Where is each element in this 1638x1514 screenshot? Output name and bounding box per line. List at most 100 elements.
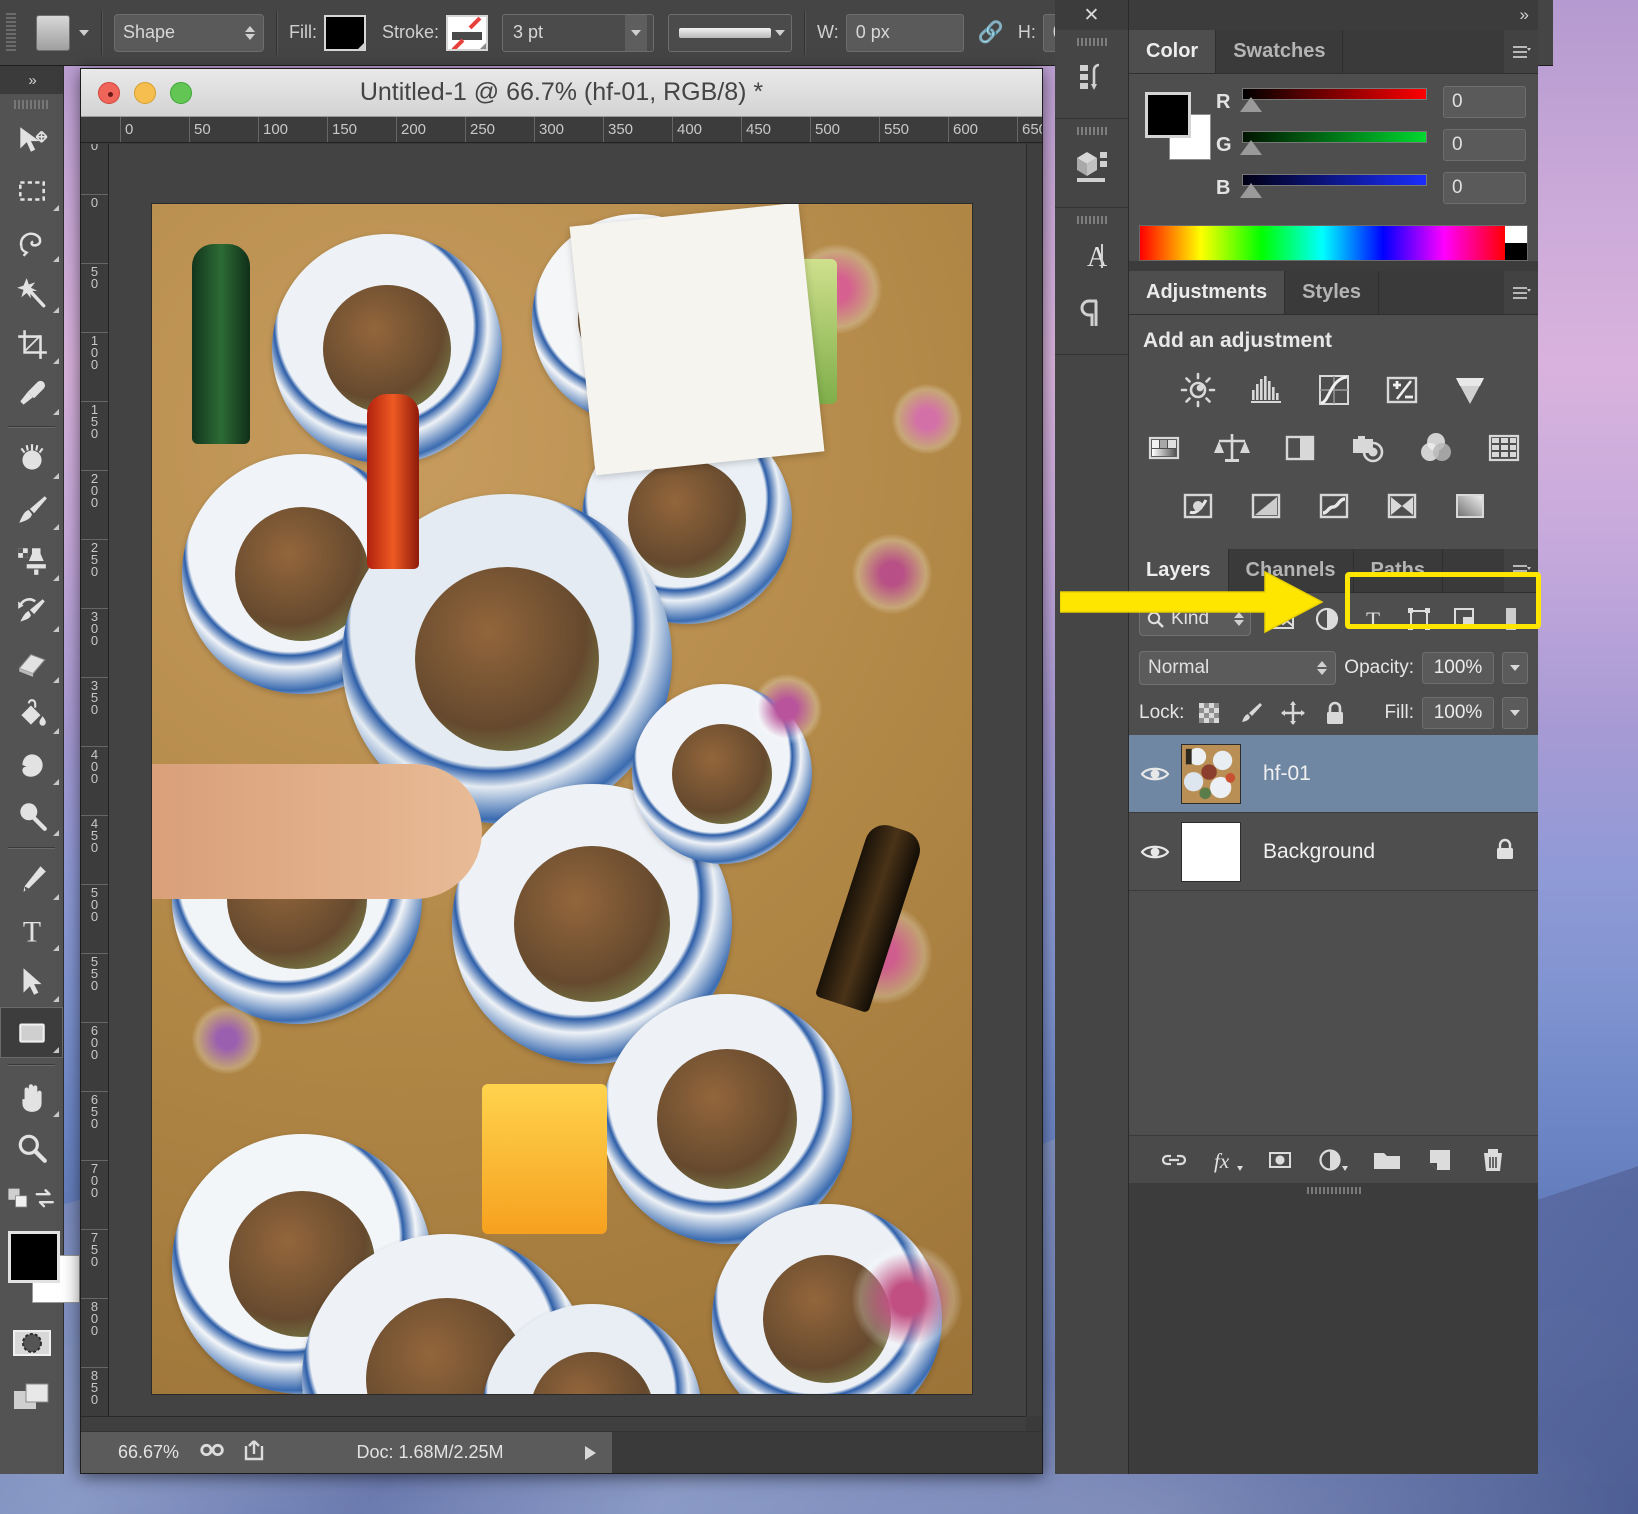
lock-all-icon[interactable] — [1318, 698, 1352, 728]
color-lookup-icon[interactable] — [1481, 425, 1527, 471]
sidebar-item-path-selection-tool[interactable] — [0, 956, 63, 1007]
canvas-scroll-region[interactable] — [109, 144, 1042, 1416]
sidebar-item-eyedropper-tool[interactable] — [0, 369, 63, 420]
brightness-contrast-icon[interactable] — [1175, 367, 1221, 413]
foreground-color-swatch[interactable] — [1145, 92, 1191, 138]
lock-image-pixels-icon[interactable] — [1234, 698, 1268, 728]
panel-grip[interactable] — [1055, 125, 1128, 137]
tool-flyout-corner-icon[interactable] — [53, 996, 59, 1002]
sidebar-item-clone-stamp-tool[interactable] — [0, 535, 63, 586]
red-channel-slider[interactable] — [1240, 88, 1427, 116]
link-layers-icon[interactable] — [1157, 1143, 1191, 1177]
tool-flyout-corner-icon[interactable] — [53, 575, 59, 581]
curves-icon[interactable] — [1311, 367, 1357, 413]
zoom-level[interactable]: 66.67% — [81, 1442, 191, 1463]
new-layer-icon[interactable] — [1423, 1143, 1457, 1177]
sidebar-item-type-tool[interactable]: T — [0, 905, 63, 956]
foreground-color-swatch[interactable] — [8, 1231, 60, 1283]
tab-styles[interactable]: Styles — [1285, 271, 1380, 314]
tool-flyout-corner-icon[interactable] — [53, 677, 59, 683]
selective-color-icon[interactable] — [1379, 483, 1425, 529]
options-bar-grip[interactable] — [6, 12, 16, 53]
shape-mode-select[interactable]: Shape — [114, 13, 264, 52]
canvas-horizontal-scrollbar[interactable] — [81, 1416, 1026, 1431]
tab-adjustments[interactable]: Adjustments — [1129, 271, 1286, 314]
fill-color-swatch[interactable] — [324, 14, 366, 51]
layer-visibility-eye-icon[interactable] — [1129, 763, 1181, 785]
blend-mode-select[interactable]: Normal — [1139, 651, 1337, 685]
fill-chevron-down-icon[interactable] — [1502, 697, 1528, 729]
toolbar-collapse-icon[interactable]: » — [0, 66, 63, 94]
tool-flyout-corner-icon[interactable] — [53, 473, 59, 479]
table-row[interactable]: Background — [1129, 813, 1538, 891]
tool-flyout-corner-icon[interactable] — [53, 1047, 59, 1053]
sidebar-item-paint-bucket-tool[interactable] — [0, 688, 63, 739]
toolbar-grip[interactable] — [0, 94, 63, 114]
sidebar-item-spot-healing-brush-tool[interactable] — [0, 433, 63, 484]
tab-paths[interactable]: Paths — [1353, 549, 1443, 592]
dock-collapse-bar[interactable]: » — [1129, 0, 1538, 30]
table-row[interactable]: hf-01 — [1129, 735, 1538, 813]
panel-grip[interactable] — [1055, 36, 1128, 48]
color-spectrum-ramp[interactable] — [1139, 225, 1528, 261]
panel-menu-icon[interactable] — [1504, 30, 1538, 73]
default-colors-icon[interactable] — [6, 1185, 32, 1213]
opacity-field[interactable]: 100% — [1422, 652, 1494, 684]
layer-style-fx-icon[interactable]: fx — [1210, 1143, 1244, 1177]
vibrance-icon[interactable] — [1447, 367, 1493, 413]
layer-thumbnail[interactable] — [1181, 821, 1241, 882]
foreground-background-colors[interactable] — [0, 1225, 80, 1317]
threshold-icon[interactable] — [1311, 483, 1357, 529]
add-layer-mask-icon[interactable] — [1263, 1143, 1297, 1177]
smart-object-filter-icon[interactable] — [1449, 602, 1482, 636]
character-a-icon[interactable]: A — [1055, 226, 1128, 284]
gradient-map-icon[interactable] — [1447, 483, 1493, 529]
vertical-ruler[interactable]: 5005010015020025030035040045050055060065… — [81, 144, 109, 1416]
fill-field[interactable]: 100% — [1422, 697, 1494, 729]
layer-thumbnail[interactable] — [1181, 743, 1241, 804]
sidebar-item-hand-tool[interactable] — [0, 1071, 63, 1122]
tab-swatches[interactable]: Swatches — [1216, 30, 1344, 73]
lock-position-icon[interactable] — [1276, 698, 1310, 728]
shape-mode-stepper-icon[interactable] — [245, 25, 255, 40]
type-layer-filter-icon[interactable]: T — [1357, 602, 1390, 636]
stroke-style-combo[interactable] — [668, 13, 793, 52]
sidebar-item-smudge-tool[interactable] — [0, 739, 63, 790]
stroke-color-swatch[interactable] — [446, 14, 489, 51]
quick-mask-toggle[interactable] — [0, 1317, 63, 1369]
stroke-width-combo[interactable]: 3 pt — [502, 13, 655, 52]
sidebar-item-eraser-tool[interactable] — [0, 637, 63, 688]
sidebar-item-move-tool[interactable] — [0, 114, 63, 165]
green-channel-value[interactable]: 0 — [1443, 129, 1526, 161]
new-group-folder-icon[interactable] — [1370, 1143, 1404, 1177]
panel-menu-icon[interactable] — [1504, 271, 1538, 314]
pilcrow-icon[interactable] — [1055, 284, 1128, 342]
tool-preset-chevron-down-icon[interactable] — [79, 29, 89, 36]
hue-saturation-icon[interactable] — [1141, 425, 1187, 471]
tool-flyout-corner-icon[interactable] — [53, 409, 59, 415]
sidebar-item-crop-tool[interactable] — [0, 318, 63, 369]
history-icon[interactable] — [1055, 48, 1128, 106]
sidebar-item-marquee-tool[interactable] — [0, 165, 63, 216]
new-adjustment-layer-icon[interactable] — [1316, 1143, 1350, 1177]
blue-channel-slider[interactable] — [1240, 174, 1427, 202]
gears-icon[interactable] — [198, 1438, 228, 1467]
channel-mixer-icon[interactable] — [1413, 425, 1459, 471]
sidebar-item-dodge-tool[interactable] — [0, 790, 63, 841]
sidebar-item-brush-tool[interactable] — [0, 484, 63, 535]
canvas-vertical-scrollbar[interactable] — [1026, 144, 1042, 1416]
tool-flyout-corner-icon[interactable] — [53, 1111, 59, 1117]
horizontal-ruler[interactable]: 050100150200250300350400450500550600650 — [81, 117, 1042, 143]
double-chevron-right-icon[interactable]: » — [1520, 5, 1529, 25]
close-x-icon[interactable]: ✕ — [1055, 0, 1128, 30]
tool-flyout-corner-icon[interactable] — [53, 524, 59, 530]
sidebar-item-zoom-tool[interactable] — [0, 1122, 63, 1173]
width-input[interactable]: 0 px — [845, 13, 964, 52]
layer-name[interactable]: hf-01 — [1263, 762, 1538, 786]
tool-flyout-corner-icon[interactable] — [53, 830, 59, 836]
black-white-icon[interactable] — [1277, 425, 1323, 471]
green-channel-slider[interactable] — [1240, 131, 1427, 159]
exposure-icon[interactable] — [1379, 367, 1425, 413]
swap-colors-icon[interactable] — [32, 1185, 58, 1213]
blue-channel-value[interactable]: 0 — [1443, 172, 1526, 204]
